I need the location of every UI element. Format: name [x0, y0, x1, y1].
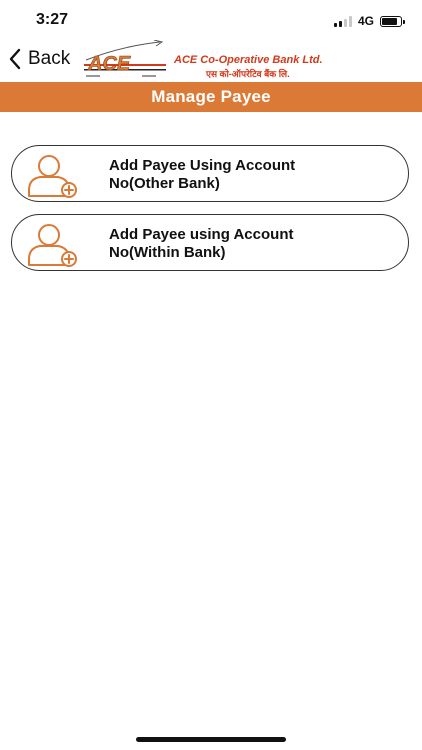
ace-emblem-text: ACE — [87, 53, 131, 75]
status-time: 3:27 — [36, 11, 69, 28]
home-indicator[interactable] — [136, 737, 286, 742]
add-user-icon — [28, 224, 77, 267]
ace-emblem: ACE — [84, 40, 166, 77]
add-payee-other-bank-button[interactable]: Add Payee Using Account No(Other Bank) — [11, 145, 409, 202]
chevron-left-icon — [9, 48, 21, 70]
option-label: Add Payee Using Account No(Other Bank) — [109, 157, 295, 193]
status-indicators: 4G — [333, 14, 405, 28]
signal-icon — [333, 15, 352, 27]
option-label-line1: Add Payee Using Account — [109, 157, 296, 174]
option-label: Add Payee using Account No(Within Bank) — [109, 226, 293, 262]
page-header: Manage Payee — [0, 82, 422, 112]
option-label-line2: No(Other Bank) — [109, 175, 220, 192]
battery-icon — [380, 15, 405, 27]
navigation-bar: Back ACE ACE Co-Operative Bank Ltd. एस क… — [0, 40, 422, 83]
back-label: Back — [28, 48, 71, 69]
bank-name-hindi: एस को-ऑपरेटिव बैंक लि. — [206, 69, 290, 79]
status-bar: 3:27 4G — [0, 0, 422, 40]
option-label-line2: No(Within Bank) — [109, 244, 226, 261]
bank-name-english: ACE Co-Operative Bank Ltd. — [174, 54, 323, 66]
back-button[interactable]: Back — [8, 48, 70, 70]
bank-logo: ACE ACE Co-Operative Bank Ltd. एस को-ऑपर… — [82, 40, 362, 82]
option-label-line1: Add Payee using Account — [109, 226, 294, 243]
network-type: 4G — [357, 14, 374, 28]
page-title: Manage Payee — [151, 87, 271, 106]
add-payee-within-bank-button[interactable]: Add Payee using Account No(Within Bank) — [11, 214, 409, 271]
add-user-icon — [28, 155, 77, 198]
